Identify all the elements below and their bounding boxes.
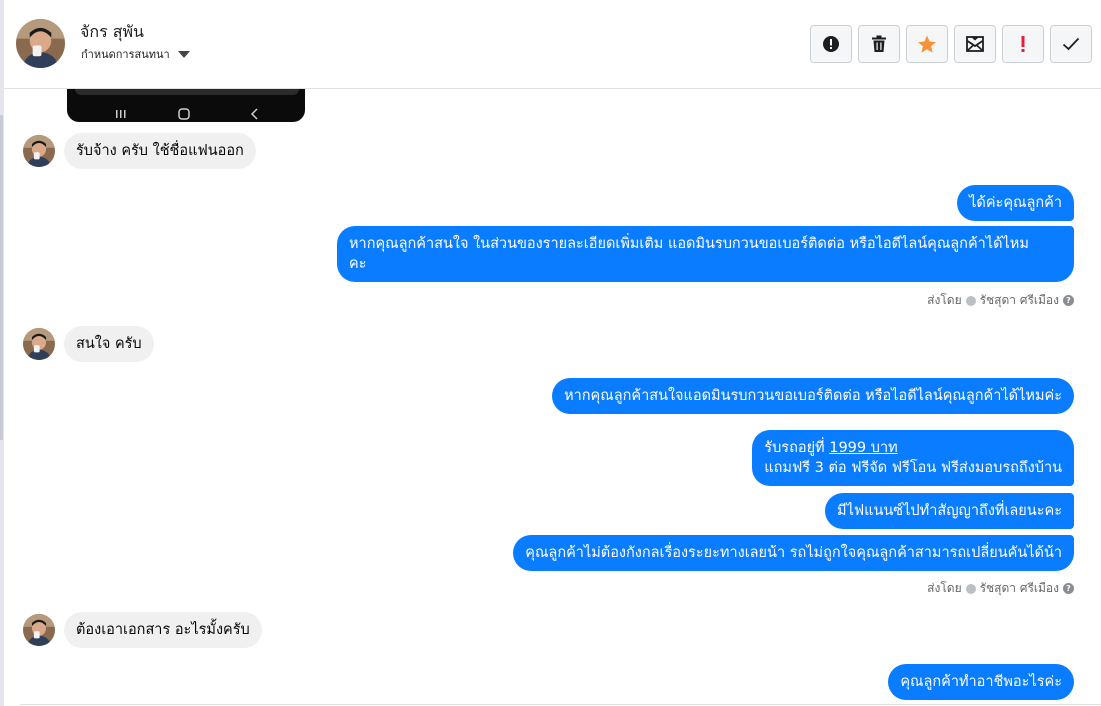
- message-bubble[interactable]: รับรถอยู่ที่ 1999 บาท แถมฟรี 3 ต่อ ฟรีจั…: [752, 430, 1074, 486]
- composer-divider: [20, 704, 1101, 705]
- alert-button[interactable]: [810, 25, 852, 63]
- conversation-header: จักร สุพัน กำหนดการสนทนา: [4, 0, 1101, 89]
- caret-down-icon: [177, 50, 190, 58]
- incoming-message: สนใจ ครับ: [23, 326, 154, 362]
- contact-avatar[interactable]: [16, 19, 65, 68]
- sent-by-row: ส่งโดย รัชสุดา ศรีเมือง ?: [927, 579, 1074, 598]
- sent-by-row: ส่งโดย รัชสุดา ศรีเมือง ?: [927, 291, 1074, 310]
- message-bubble[interactable]: สนใจ ครับ: [64, 326, 154, 362]
- incoming-message: ต้องเอาเอกสาร อะไรมั้งครับ: [23, 612, 262, 648]
- message-thread[interactable]: รับจ้าง ครับ ใช้ชื่อแฟนออก ได้ค่ะคุณลูกค…: [4, 89, 1101, 706]
- image-attachment[interactable]: [67, 89, 305, 122]
- mark-unread-button[interactable]: [954, 25, 996, 63]
- star-button[interactable]: [906, 25, 948, 63]
- sent-by-agent[interactable]: รัชสุดา ศรีเมือง: [980, 579, 1059, 598]
- alert-circle-icon: [823, 36, 839, 52]
- agent-status-icon: [965, 583, 976, 594]
- conversation-toolbar: [810, 25, 1092, 63]
- contact-avatar-small[interactable]: [23, 135, 55, 167]
- sent-by-label: ส่งโดย: [927, 293, 962, 307]
- check-icon: [1062, 37, 1080, 51]
- message-text: รับรถอยู่ที่: [764, 440, 830, 456]
- message-bubble[interactable]: หากคุณลูกค้าสนใจแอดมินรบกวนขอเบอร์ติดต่อ…: [552, 378, 1074, 414]
- done-button[interactable]: [1050, 25, 1092, 63]
- envelope-icon: [966, 36, 984, 52]
- message-bubble[interactable]: ต้องเอาเอกสาร อะไรมั้งครับ: [64, 612, 262, 648]
- message-text-line: คะ: [349, 256, 367, 272]
- message-bubble[interactable]: ได้ค่ะคุณลูกค้า: [957, 185, 1074, 221]
- agent-status-icon: [965, 295, 976, 306]
- message-bubble[interactable]: มีไฟแนนซ์ไปทำสัญญาถึงที่เลยนะคะ: [825, 493, 1074, 529]
- sent-by-agent[interactable]: รัชสุดา ศรีเมือง: [980, 291, 1059, 310]
- message-bubble[interactable]: รับจ้าง ครับ ใช้ชื่อแฟนออก: [64, 133, 256, 169]
- contact-name[interactable]: จักร สุพัน: [80, 20, 144, 45]
- star-icon: [918, 35, 936, 53]
- assign-conversation-label: กำหนดการสนทนา: [81, 48, 170, 61]
- contact-avatar-small[interactable]: [23, 614, 55, 646]
- help-icon[interactable]: ?: [1063, 295, 1074, 306]
- contact-avatar-small[interactable]: [23, 328, 55, 360]
- message-text-line: หากคุณลูกค้าสนใจ ในส่วนของรายละเอียดเพิ่…: [349, 236, 1029, 252]
- price-link[interactable]: 1999 บาท: [829, 440, 897, 456]
- incoming-message: รับจ้าง ครับ ใช้ชื่อแฟนออก: [23, 133, 256, 169]
- assign-conversation-dropdown[interactable]: กำหนดการสนทนา: [81, 45, 190, 63]
- message-bubble[interactable]: คุณลูกค้าไม่ต้องกังกลเรื่องระยะทางเลยน้า…: [513, 535, 1074, 571]
- exclamation-icon: [1021, 36, 1025, 52]
- delete-button[interactable]: [858, 25, 900, 63]
- priority-button[interactable]: [1002, 25, 1044, 63]
- phone-nav-bar-icon: [116, 108, 258, 120]
- scrollbar[interactable]: [0, 115, 3, 440]
- trash-icon: [872, 35, 886, 52]
- sent-by-label: ส่งโดย: [927, 581, 962, 595]
- message-bubble[interactable]: หากคุณลูกค้าสนใจ ในส่วนของรายละเอียดเพิ่…: [337, 226, 1074, 282]
- help-icon[interactable]: ?: [1063, 583, 1074, 594]
- message-text-line: แถมฟรี 3 ต่อ ฟรีจัด ฟรีโอน ฟรีส่งมอบรถถึ…: [764, 460, 1062, 476]
- message-bubble[interactable]: คุณลูกค้าทำอาชีพอะไรค่ะ: [888, 664, 1074, 700]
